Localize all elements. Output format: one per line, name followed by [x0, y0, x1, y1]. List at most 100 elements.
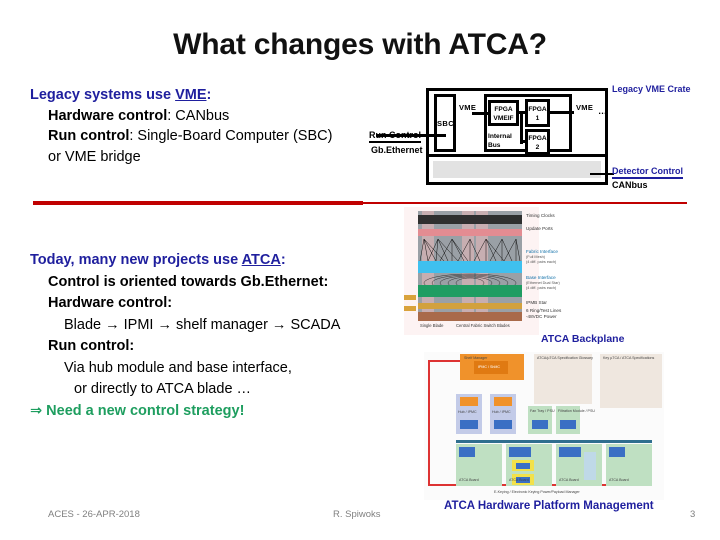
crate-backplane-bar [433, 161, 601, 178]
hpm-spec-box [600, 354, 662, 408]
vme-label-right: VME [576, 103, 594, 112]
atca-backplane-figure: Timing Clocks Update Ports Fabric Interf… [404, 207, 561, 335]
hpm-board3-label: ATCA Board [559, 478, 579, 482]
footer-left-text: ACES - 26-APR-2018 [48, 509, 140, 520]
today-heading: Today, many new projects use ATCA: [30, 253, 420, 268]
legacy-heading-pre: Legacy systems use [30, 87, 176, 103]
hpm-ipmb-bus [456, 440, 652, 443]
today-line-run-control: Run control: [48, 338, 135, 354]
hpm-board4-ipmc [609, 447, 625, 457]
hpm-fan-tray-ipmc [532, 420, 548, 429]
backplane-band-power [418, 312, 522, 321]
hpm-board2-label: ATCA Board [509, 478, 529, 482]
crate-backplane-frame [426, 157, 608, 185]
backplane-band-ipmb-star [418, 303, 522, 309]
hpm-hub1-header [460, 397, 478, 406]
hpm-shelf-manager-label: Shelf Manager [464, 356, 488, 360]
backplane-band-base-interface [418, 285, 522, 297]
legacy-run-rest: : Single-Board Computer (SBC) [129, 128, 333, 144]
hpm-board4-label: ATCA Board [609, 478, 629, 482]
vme-bus-wire-left [472, 112, 490, 115]
hpm-hub2-header [494, 397, 512, 406]
hpm-filtration-label: Filtration Module / PSU [558, 409, 595, 413]
backplane-label-test-lines: 6 Ring/Test Lines [526, 308, 562, 313]
hpm-footnote: E-Keying / Electronic Keying Power/Paylo… [494, 490, 580, 494]
today-heading-post: : [280, 252, 286, 268]
hpm-red-trace-left [428, 360, 430, 486]
today-line-directly-blade: or directly to ATCA blade … [74, 381, 252, 397]
legacy-vme-crate-label: Legacy VME Crate [612, 84, 691, 94]
atca-hpm-figure: Shelf Manager IPMC / ShMC ATCA/µTCA Spec… [424, 352, 664, 500]
hpm-glossary-box [534, 354, 592, 404]
backplane-connector-bottom [404, 306, 416, 311]
hpm-board2-carrier-ipmc [509, 447, 531, 457]
crate-ellipsis: … [598, 106, 607, 116]
hpm-board3-amc [584, 452, 596, 480]
backplane-band-timing-clocks [418, 215, 522, 224]
internal-bus-wire-horizontal [520, 140, 528, 143]
legacy-heading: Legacy systems use VME: [30, 88, 410, 103]
hpm-filtration-ipmc [560, 420, 576, 429]
backplane-label-central-fabric: Central Fabric Switch Blades [456, 323, 510, 328]
backplane-band-update-ports [418, 229, 522, 236]
legacy-line-run-control: Run control: Single-Board Computer (SBC) [30, 129, 410, 144]
backplane-label-fabric-interface: Fabric Interface [526, 249, 558, 254]
canbus-wire [590, 173, 614, 175]
fpga1-line2: 1 [535, 115, 540, 122]
atca-hpm-caption: ATCA Hardware Platform Management [444, 500, 654, 512]
hpm-board3-ipmc [559, 447, 581, 457]
legacy-text-block: Legacy systems use VME: Hardware control… [30, 88, 410, 170]
backplane-band-fabric-interface [418, 261, 522, 273]
vme-bus-wire-right [550, 111, 574, 114]
hpm-hub1-ipmc [460, 420, 478, 429]
backplane-body [418, 211, 522, 321]
fpga1-box: FPGA 1 [525, 99, 550, 127]
today-heading-link[interactable]: ATCA [242, 252, 281, 268]
backplane-label-update-ports: Update Ports [526, 226, 553, 231]
sbc-module-box: SBC [434, 94, 456, 152]
page-title: What changes with ATCA? [173, 28, 547, 61]
vme-label-left: VME [459, 103, 477, 112]
legacy-heading-link[interactable]: VME [175, 87, 206, 103]
fpga2-box: FPGA 2 [525, 129, 550, 155]
today-heading-pre: Today, many new projects use [30, 252, 242, 268]
hpm-hub1-label: Hub / IPMC [458, 410, 477, 414]
backplane-connector-top [404, 295, 416, 300]
legacy-run-bold: Run control [48, 128, 130, 144]
hpm-board1-label: ATCA Board [459, 478, 479, 482]
backplane-label-single-blade: Single Blade [420, 323, 444, 328]
hpm-board1-ipmc [459, 447, 475, 457]
backplane-label-base-sub2: (4 diff. pairs each) [526, 286, 557, 290]
run-control-label: Run Control [369, 130, 421, 143]
atca-backplane-caption: ATCA Backplane [541, 333, 625, 345]
hpm-glossary-title: ATCA/µTCA Specification Glossary [537, 356, 593, 360]
today-line-blade-chain: Blade → IPMI → shelf manager → SCADA [64, 316, 341, 333]
backplane-label-ipmb-star: IPMB Star [526, 300, 547, 305]
footer-center-text: R. Spiwoks [333, 509, 381, 520]
backplane-label-fabric-sub1: (Full Mesh) [526, 255, 545, 259]
divider-line-thick [33, 201, 363, 205]
hpm-hub2-ipmc [494, 420, 512, 429]
today-text-block: Today, many new projects use ATCA: Contr… [30, 253, 420, 425]
hpm-red-trace-top [428, 360, 464, 362]
footer-page-number: 3 [690, 509, 696, 520]
today-line-control-oriented: Control is oriented towards Gb.Ethernet: [48, 273, 329, 290]
backplane-fabric-mesh-lines [419, 239, 521, 261]
hpm-spec-title: Key µTCA / ATCA Specifications [603, 356, 655, 360]
gbethernet-label: Gb.Ethernet [371, 145, 423, 155]
fpga2-line1: FPGA [528, 135, 547, 142]
hpm-shelf-manager-inner-label: IPMC / ShMC [478, 365, 500, 369]
fpga1-line1: FPGA [528, 106, 547, 113]
legacy-hw-rest: : CANbus [167, 107, 230, 124]
hpm-fan-tray-label: Fan Tray / PSU [530, 409, 555, 413]
hpm-amc-module-1-mmc [516, 463, 530, 469]
canbus-label: CANbus [612, 180, 648, 190]
vme-crate-diagram: SBC FPGA VMEIF FPGA 1 FPGA 2 Internal Bu… [376, 88, 608, 185]
hpm-hub2-label: Hub / IPMC [492, 410, 511, 414]
fpga-vmeif-line2: VMEIF [493, 115, 514, 122]
backplane-label-base-interface: Base Interface [526, 275, 556, 280]
legacy-line-vme-bridge: or VME bridge [48, 148, 141, 165]
backplane-label-power: -48VDC Power [526, 314, 557, 319]
fpga-vmeif-line1: FPGA [494, 106, 513, 113]
today-line-hub-module: Via hub module and base interface, [64, 359, 292, 376]
